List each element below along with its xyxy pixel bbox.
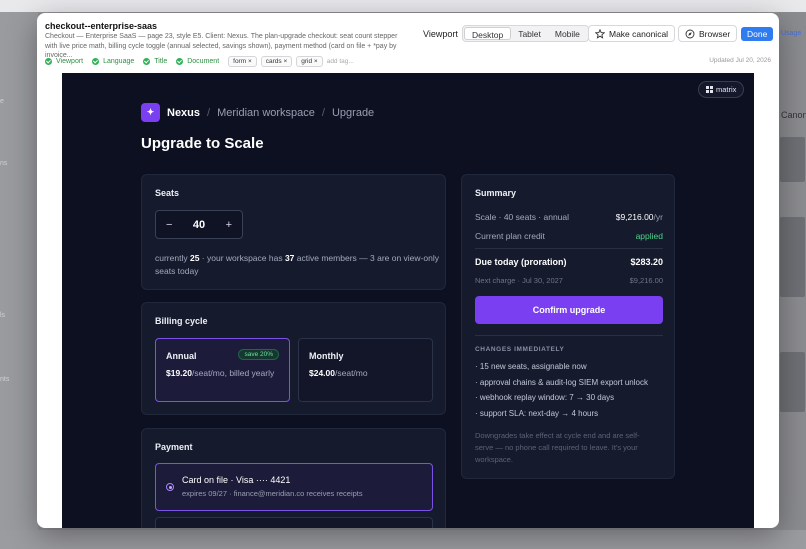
breadcrumb-workspace[interactable]: Meridian workspace	[217, 107, 315, 119]
make-canonical-button[interactable]: Make canonical	[588, 25, 676, 42]
payment-card: Payment Card on file · Visa ···· 4421 ex…	[141, 428, 446, 528]
seat-increment-button[interactable]: +	[226, 219, 232, 231]
check-icon	[45, 58, 52, 65]
change-item: · support SLA: next-day → 4 hours	[475, 409, 599, 418]
confirm-upgrade-button[interactable]: Confirm upgrade	[475, 296, 663, 324]
summary-line-plan: Scale · 40 seats · annual $9,216.00/yr	[475, 212, 663, 222]
downgrade-fineprint: Downgrades take effect at cycle end and …	[475, 431, 640, 464]
seats-title: Seats	[155, 188, 180, 198]
card-details: expires 09/27 · finance@meridian.co rece…	[182, 489, 363, 498]
seat-count-input[interactable]: 40	[193, 219, 205, 231]
page-title: Upgrade to Scale	[141, 135, 264, 152]
summary-next-charge: Next charge · Jul 30, 2027 $9,216.00	[475, 276, 663, 285]
seats-card: Seats − 40 + currently 25 · your workspa…	[141, 174, 446, 290]
check-row: Viewport Language Title Document form × …	[45, 56, 354, 67]
viewport-mobile-button[interactable]: Mobile	[548, 27, 587, 40]
design-preview: matrix ✦ Nexus / Meridian workspace / Up…	[62, 73, 754, 528]
background-sidebar-label: ls	[0, 312, 6, 319]
background-sidebar-label: ns	[0, 160, 8, 167]
check-label: Language	[103, 58, 135, 65]
viewport-tablet-button[interactable]: Tablet	[511, 27, 548, 40]
background-thumbnail	[780, 137, 805, 182]
check-label: Document	[187, 58, 220, 65]
brand-name[interactable]: Nexus	[167, 107, 200, 119]
radio-selected-icon	[166, 483, 174, 491]
background-right-panel: Usage Canoni	[779, 12, 806, 549]
breadcrumb-current: Upgrade	[331, 106, 375, 119]
check-icon	[176, 58, 184, 65]
check-icon	[143, 58, 151, 65]
savings-badge: save 20%	[238, 349, 279, 360]
summary-card: Summary Scale · 40 seats · annual $9,216…	[461, 174, 675, 479]
billing-option-name: Annual	[166, 351, 197, 361]
background-thumbnail	[780, 352, 805, 412]
summary-divider	[475, 248, 663, 249]
background-sidebar: e ns ls nts	[0, 12, 38, 549]
background-usage-link: Usage	[781, 30, 802, 37]
change-item: · approval chains & audit-log SIEM expor…	[475, 378, 648, 387]
check-label: Title	[154, 58, 168, 65]
background-sidebar-label: nts	[0, 376, 10, 383]
add-tag-input[interactable]: add tag...	[327, 58, 354, 65]
billing-option-price: $19.20/seat/mo, billed yearly	[166, 368, 275, 378]
check-icon	[92, 58, 100, 65]
viewport-desktop-button[interactable]: Desktop	[464, 27, 512, 40]
change-item: · 15 new seats, assignable now	[475, 362, 587, 371]
card-on-file-label: Card on file · Visa ···· 4421	[182, 475, 291, 485]
active-member-count: 37	[284, 253, 295, 263]
done-button[interactable]: Done	[741, 27, 774, 41]
viewport-label: Viewport	[423, 29, 458, 39]
billing-option-price: $24.00/seat/mo	[309, 368, 368, 378]
viewport-switcher: Desktop Tablet Mobile	[462, 25, 589, 42]
grid-icon	[706, 86, 713, 93]
background-canonical-label: Canoni	[781, 110, 806, 120]
background-thumbnail	[780, 217, 805, 297]
breadcrumb: ✦ Nexus / Meridian workspace / Upgrade	[141, 103, 374, 122]
breadcrumb-separator: /	[207, 106, 211, 119]
tag-cards[interactable]: cards ×	[260, 56, 293, 67]
matrix-label: matrix	[716, 85, 737, 94]
seat-note: currently 25 · your workspace has 37 act…	[155, 253, 439, 276]
summary-title: Summary	[475, 188, 517, 198]
background-topbar	[0, 0, 806, 12]
payment-title: Payment	[155, 442, 193, 452]
summary-due-today: Due today (proration) $283.20	[475, 257, 663, 267]
browser-label: Browser	[699, 28, 731, 39]
preview-modal: checkout--enterprise-saas Checkout — Ent…	[37, 13, 779, 528]
seat-stepper: − 40 +	[155, 210, 243, 239]
summary-line-credit: Current plan credit applied	[475, 231, 663, 241]
background-sidebar-label: e	[0, 98, 4, 105]
modal-title: checkout--enterprise-saas	[45, 21, 158, 31]
billing-option-annual[interactable]: Annual save 20% $19.20/seat/mo, billed y…	[155, 338, 290, 402]
summary-divider	[475, 335, 663, 336]
updated-timestamp: Updated Jul 20, 2026	[709, 57, 771, 64]
payment-option-card[interactable]: Card on file · Visa ···· 4421 expires 09…	[155, 463, 433, 511]
make-canonical-label: Make canonical	[609, 28, 669, 39]
matrix-toggle-button[interactable]: matrix	[698, 81, 745, 98]
billing-cycle-card: Billing cycle Annual save 20% $19.20/sea…	[141, 302, 446, 415]
nexus-logo-icon: ✦	[141, 103, 160, 122]
background-bottombar	[0, 530, 806, 549]
billing-option-name: Monthly	[309, 351, 344, 361]
star-icon	[595, 28, 605, 39]
payment-option-invoice[interactable]	[155, 517, 433, 528]
tag-form[interactable]: form ×	[228, 56, 257, 67]
breadcrumb-separator: /	[321, 106, 325, 119]
change-item: · webhook replay window: 7 → 30 days	[475, 393, 615, 402]
changes-heading: CHANGES IMMEDIATELY	[475, 346, 565, 353]
tag-grid[interactable]: grid ×	[296, 56, 323, 67]
check-label: Viewport	[56, 58, 84, 65]
browser-button[interactable]: Browser	[678, 25, 738, 42]
compass-icon	[685, 29, 695, 38]
billing-cycle-title: Billing cycle	[155, 316, 208, 326]
billing-option-monthly[interactable]: Monthly $24.00/seat/mo	[298, 338, 433, 402]
seat-decrement-button[interactable]: −	[166, 219, 172, 231]
